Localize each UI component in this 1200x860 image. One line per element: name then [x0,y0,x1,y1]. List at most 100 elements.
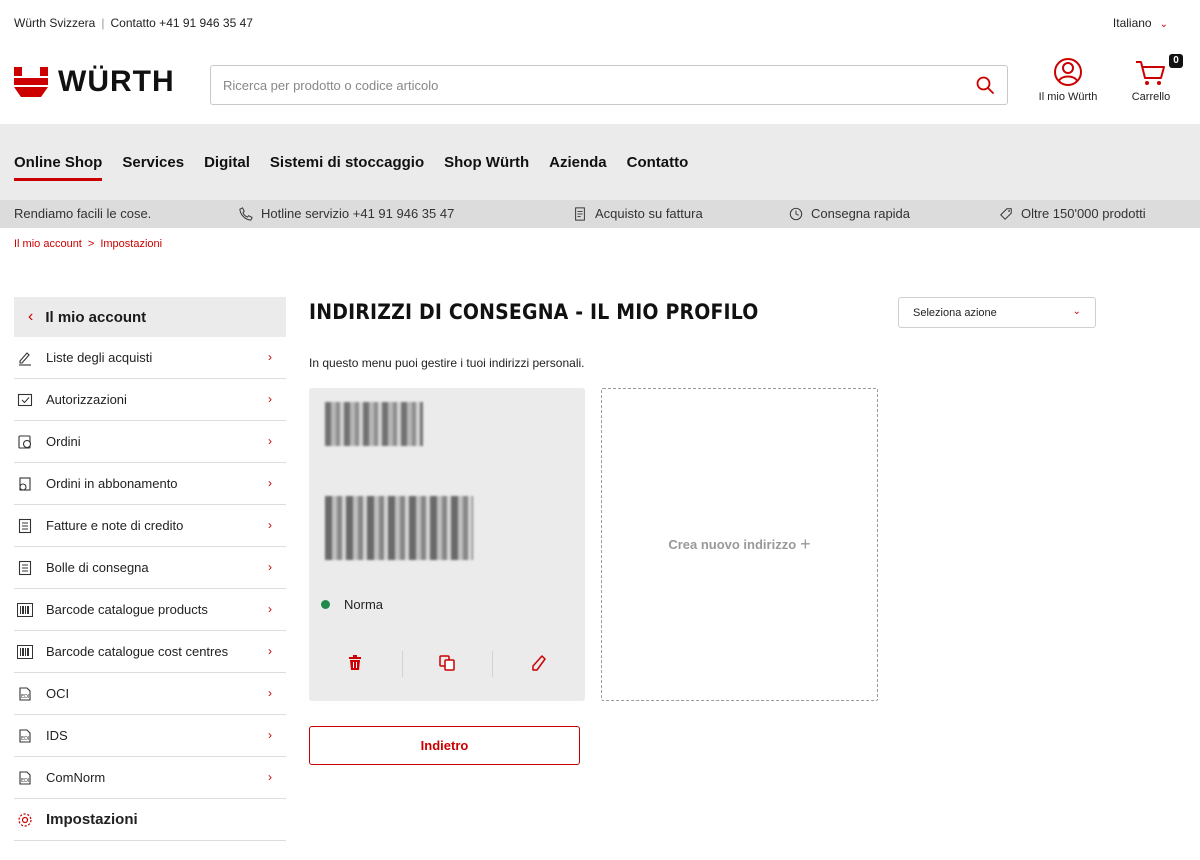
breadcrumb-settings[interactable]: Impostazioni [100,238,162,250]
usp-invoice-text: Acquisto su fattura [595,206,703,221]
sidebar-item-shopping-lists[interactable]: Liste degli acquisti › [14,337,286,379]
breadcrumb-separator: > [87,238,95,250]
cart-count-badge: 0 [1169,54,1183,68]
action-select[interactable]: Seleziona azione ⌄ [898,297,1096,328]
sidebar-item-delivery-notes[interactable]: Bolle di consegna › [14,547,286,589]
invoice-icon [575,206,585,221]
chevron-right-icon: › [268,770,272,784]
action-select-value: Seleziona azione [913,307,997,319]
invoice-icon [16,518,34,534]
phone-icon [239,206,253,221]
search-input[interactable] [223,66,963,104]
back-button[interactable]: Indietro [309,726,580,765]
svg-text:EDI: EDI [21,736,29,742]
sidebar-item-ids[interactable]: EDI IDS › [14,715,286,757]
account-button[interactable]: Il mio Würth [1028,56,1108,103]
chevron-right-icon: › [268,350,272,364]
nav-shop-wurth[interactable]: Shop Würth [444,154,529,171]
sidebar-item-label: ComNorm [46,770,106,785]
chevron-down-icon: ⌄ [1072,306,1081,317]
plus-icon: + [800,534,811,554]
chevron-right-icon: › [268,392,272,406]
intro-text: In questo menu puoi gestire i tuoi indir… [309,356,585,370]
approval-icon [16,392,34,408]
chevron-right-icon: › [268,434,272,448]
sidebar-item-label: Impostazioni [46,811,138,828]
svg-text:EDI: EDI [21,778,29,784]
sidebar-item-label: Autorizzazioni [46,392,127,407]
chevron-right-icon: › [268,560,272,574]
sidebar-item-oci[interactable]: EDI OCI › [14,673,286,715]
address-card: Norma [309,388,585,701]
pencil-icon [532,655,546,671]
redacted-name [325,402,423,446]
clock-icon [789,207,803,220]
gear-icon [16,812,34,828]
sidebar-item-label: OCI [46,686,70,701]
chevron-right-icon: › [268,728,272,742]
chevron-down-icon: ⌄ [1159,19,1168,30]
delivery-note-icon [16,560,34,576]
delete-address-button[interactable] [309,648,401,678]
subscription-icon [16,476,34,492]
account-label: Il mio Würth [1038,91,1098,103]
nav-storage-systems[interactable]: Sistemi di stoccaggio [270,154,424,171]
sidebar-item-orders[interactable]: Ordini › [14,421,286,463]
usp-delivery: Consegna rapida [788,206,910,221]
cart-label: Carrello [1131,91,1171,103]
edit-address-button[interactable] [493,648,585,678]
chevron-left-icon: ‹ [28,308,34,325]
usp-bar: Rendiamo facili le cose. Hotline servizi… [0,200,1200,228]
sidebar-item-label: Barcode catalogue products [46,602,208,617]
sidebar-item-label: Ordini in abbonamento [46,476,178,491]
sidebar-back-my-account[interactable]: ‹ Il mio account [14,297,286,337]
usp-products: Oltre 150'000 prodotti [998,206,1146,221]
chevron-right-icon: › [268,518,272,532]
chevron-right-icon: › [268,644,272,658]
create-new-address-button[interactable]: Crea nuovo indirizzo + [601,388,878,701]
svg-text:EDI: EDI [21,694,29,700]
sidebar-item-barcode-products[interactable]: Barcode catalogue products › [14,589,286,631]
usp-invoice: Acquisto su fattura [572,206,703,221]
contact-link[interactable]: Contatto +41 91 946 35 47 [110,16,252,30]
sidebar-item-settings[interactable]: Impostazioni [14,799,286,841]
copy-icon [439,655,455,671]
usp-hotline[interactable]: Hotline servizio +41 91 946 35 47 [238,206,454,221]
sidebar-item-barcode-cost-centres[interactable]: Barcode catalogue cost centres › [14,631,286,673]
search-icon[interactable] [975,75,995,95]
nav-services[interactable]: Services [122,154,184,171]
top-utility-bar: Würth Svizzera | Contatto +41 91 946 35 47… [0,0,1200,46]
cart-button[interactable]: 0 Carrello [1116,54,1186,103]
main-navigation: Online Shop Services Digital Sistemi di … [0,124,1200,200]
company-name: Würth Svizzera [14,16,96,30]
redacted-address [325,496,473,560]
sidebar-item-invoices[interactable]: Fatture e note di credito › [14,505,286,547]
sidebar-item-comnorm[interactable]: EDI ComNorm › [14,757,286,799]
nav-digital[interactable]: Digital [204,154,250,171]
nav-contact[interactable]: Contatto [627,154,689,171]
nav-company[interactable]: Azienda [549,154,607,171]
sidebar-item-label: Bolle di consegna [46,560,149,575]
barcode-icon [16,602,34,618]
sidebar-item-subscription-orders[interactable]: Ordini in abbonamento › [14,463,286,505]
divider: | [101,16,105,30]
pencil-list-icon [16,350,34,366]
logo-text: WÜRTH [58,65,175,98]
breadcrumb-my-account[interactable]: Il mio account [14,238,82,250]
sidebar-item-label: Ordini [46,434,81,449]
search-bar [210,65,1008,105]
sidebar-item-label: IDS [46,728,68,743]
usp-tagline: Rendiamo facili le cose. [14,206,151,221]
company-contact: Würth Svizzera | Contatto +41 91 946 35 47 [14,16,253,30]
sidebar-item-authorizations[interactable]: Autorizzazioni › [14,379,286,421]
barcode-icon [16,644,34,660]
nav-online-shop[interactable]: Online Shop [14,154,103,181]
language-selector[interactable]: Italiano ⌄ [1113,16,1168,30]
tag-icon [1000,207,1012,220]
address-status: Norma [321,597,383,612]
wurth-logo[interactable]: WÜRTH [14,64,175,100]
status-dot [321,600,330,609]
chevron-right-icon: › [268,686,272,700]
copy-address-button[interactable] [401,648,493,678]
usp-delivery-text: Consegna rapida [811,206,911,221]
